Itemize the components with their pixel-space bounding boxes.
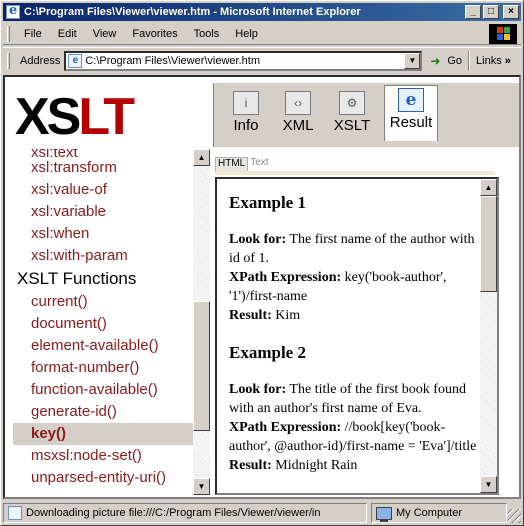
nav-item-element-available[interactable]: element-available() xyxy=(13,335,193,357)
logo-area: XSLT xyxy=(13,83,203,147)
example-1-xpath: XPath Expression: key('book-author', '1'… xyxy=(229,270,447,304)
menu-bar: File Edit View Favorites Tools Help xyxy=(3,23,521,45)
ie-result-icon: e xyxy=(398,88,424,112)
go-arrow-icon: ➜ xyxy=(430,53,441,68)
address-grip[interactable] xyxy=(7,52,10,69)
nav-item-document[interactable]: document() xyxy=(13,313,193,335)
go-label: Go xyxy=(447,54,463,67)
tab-info[interactable]: i Info xyxy=(220,89,272,139)
menu-help[interactable]: Help xyxy=(227,28,266,40)
example-1-lookfor: Look for: The first name of the author w… xyxy=(229,232,475,266)
example-2-lookfor: Look for: The title of the first book fo… xyxy=(229,382,466,416)
result-tab-divider xyxy=(215,171,495,175)
result-format-tabs: HTML Text xyxy=(215,157,271,171)
nav-heading-xslt-functions: XSLT Functions xyxy=(17,269,137,288)
tab-xml-label: XML xyxy=(282,117,314,134)
result-scroll-down-button[interactable]: ▼ xyxy=(480,476,497,493)
toolbar-grip[interactable] xyxy=(7,25,10,42)
maximize-button[interactable]: □ xyxy=(483,5,499,19)
result-scrollbar[interactable]: ▲ ▼ xyxy=(480,179,497,493)
nav-item-msxsl-node-set[interactable]: msxsl:node-set() xyxy=(13,445,193,467)
tab-info-label: Info xyxy=(233,117,259,134)
page-content: XSLT i Info ‹› XML ⚙ XSLT e Result xsl:t… xyxy=(3,75,521,499)
links-chevron-icon: » xyxy=(504,54,511,67)
nav-item-key[interactable]: key() xyxy=(13,423,193,445)
result-panel: Example 1 Look for: The first name of th… xyxy=(215,177,499,495)
view-tab-bar: i Info ‹› XML ⚙ XSLT e Result xyxy=(213,83,519,147)
tab-xslt[interactable]: ⚙ XSLT xyxy=(326,89,378,139)
status-bar: Downloading picture file:///C:/Program F… xyxy=(3,503,521,523)
example-2-title: Example 2 xyxy=(229,343,306,362)
status-zone-cell: My Computer xyxy=(371,503,507,523)
nav-item-unparsed-entity-uri[interactable]: unparsed-entity-uri() xyxy=(13,467,193,489)
result-scroll-thumb[interactable] xyxy=(480,196,497,292)
function-nav: xsl:text xsl:transform xsl:value-of xsl:… xyxy=(13,149,193,495)
toolbar-separator xyxy=(468,50,471,71)
example-1-result: Result: Kim xyxy=(229,308,301,323)
windows-logo-icon xyxy=(489,24,517,44)
result-content: Example 1 Look for: The first name of th… xyxy=(229,193,477,493)
menu-tools[interactable]: Tools xyxy=(186,28,228,40)
example-2-xpath: XPath Expression: //book[key('book-autho… xyxy=(229,420,477,454)
close-button[interactable]: × xyxy=(503,5,519,19)
nav-scroll-up-button[interactable]: ▲ xyxy=(193,149,210,166)
example-1-title: Example 1 xyxy=(229,193,306,212)
tab-result[interactable]: e Result xyxy=(384,85,438,141)
status-zone: My Computer xyxy=(396,507,463,519)
tab-xml[interactable]: ‹› XML xyxy=(272,89,324,139)
address-bar: Address e C:\Program Files\Viewer\viewer… xyxy=(3,47,521,73)
tab-result-label: Result xyxy=(389,114,433,131)
title-bar[interactable]: C:\Program Files\Viewer\viewer.htm - Mic… xyxy=(3,3,521,21)
tab-xslt-label: XSLT xyxy=(333,117,371,134)
gear-icon: ⚙ xyxy=(339,91,365,115)
nav-item-current[interactable]: current() xyxy=(13,291,193,313)
nav-item-function-available[interactable]: function-available() xyxy=(13,379,193,401)
menu-file[interactable]: File xyxy=(16,28,50,40)
menu-view[interactable]: View xyxy=(85,28,125,40)
info-icon: i xyxy=(233,91,259,115)
nav-item-xsl-transform[interactable]: xsl:transform xyxy=(13,157,193,179)
address-dropdown-button[interactable]: ▼ xyxy=(404,52,421,69)
status-message: Downloading picture file:///C:/Program F… xyxy=(26,507,321,519)
tab-text[interactable]: Text xyxy=(248,157,270,171)
go-button[interactable]: ➜ Go xyxy=(430,54,462,68)
resize-grip[interactable] xyxy=(507,509,521,523)
nav-item-xsl-when[interactable]: xsl:when xyxy=(13,223,193,245)
page-loading-icon xyxy=(8,506,22,520)
address-value[interactable]: C:\Program Files\Viewer\viewer.htm xyxy=(85,55,404,67)
nav-scrollbar[interactable]: ▲ ▼ xyxy=(193,149,210,495)
menu-edit[interactable]: Edit xyxy=(50,28,85,40)
links-button[interactable]: Links» xyxy=(476,55,511,67)
result-scroll-up-button[interactable]: ▲ xyxy=(480,179,497,196)
nav-item-generate-id[interactable]: generate-id() xyxy=(13,401,193,423)
links-label: Links xyxy=(476,54,502,67)
minimize-button[interactable]: _ xyxy=(465,5,481,19)
nav-item-xsl-value-of[interactable]: xsl:value-of xyxy=(13,179,193,201)
nav-item-format-number[interactable]: format-number() xyxy=(13,357,193,379)
xml-icon: ‹› xyxy=(285,91,311,115)
browser-window: C:\Program Files\Viewer\viewer.htm - Mic… xyxy=(0,0,524,526)
xslt-logo: XSLT xyxy=(15,88,135,146)
example-2-result: Result: Midnight Rain xyxy=(229,458,358,473)
window-title: C:\Program Files\Viewer\viewer.htm - Mic… xyxy=(24,6,361,18)
ie-icon xyxy=(6,3,20,19)
nav-scroll-thumb[interactable] xyxy=(193,301,210,431)
status-message-cell: Downloading picture file:///C:/Program F… xyxy=(3,503,367,523)
nav-scroll-down-button[interactable]: ▼ xyxy=(193,478,210,495)
nav-item-xsl-variable[interactable]: xsl:variable xyxy=(13,201,193,223)
page-icon: e xyxy=(68,53,83,68)
nav-item-partial[interactable]: xsl:text xyxy=(13,149,193,157)
address-label: Address xyxy=(20,54,61,67)
nav-item-xsl-with-param[interactable]: xsl:with-param xyxy=(13,245,193,267)
menu-favorites[interactable]: Favorites xyxy=(124,28,185,40)
tab-html[interactable]: HTML xyxy=(215,157,249,171)
my-computer-icon xyxy=(376,506,392,522)
address-input[interactable]: e C:\Program Files\Viewer\viewer.htm ▼ xyxy=(64,50,423,71)
